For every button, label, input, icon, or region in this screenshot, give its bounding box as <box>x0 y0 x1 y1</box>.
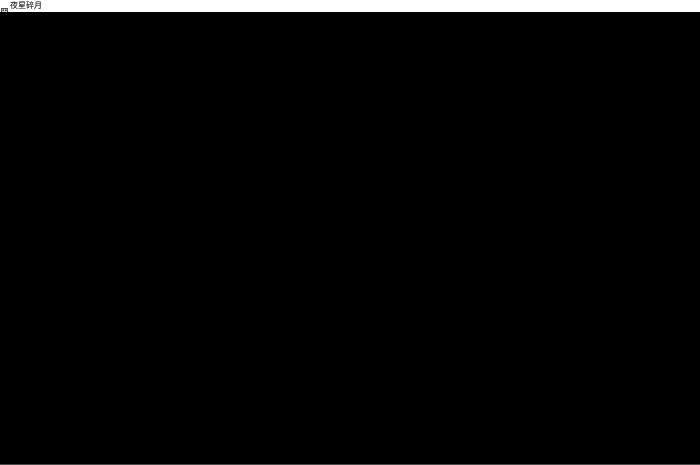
window-title: 夜星碎月 <box>10 1 42 10</box>
window-titlebar[interactable]: 夜星碎月 <box>0 0 700 17</box>
game-app-icon[interactable] <box>1 2 8 17</box>
app-window: 夜星碎月 <box>0 0 700 465</box>
game-viewport[interactable] <box>0 12 700 464</box>
